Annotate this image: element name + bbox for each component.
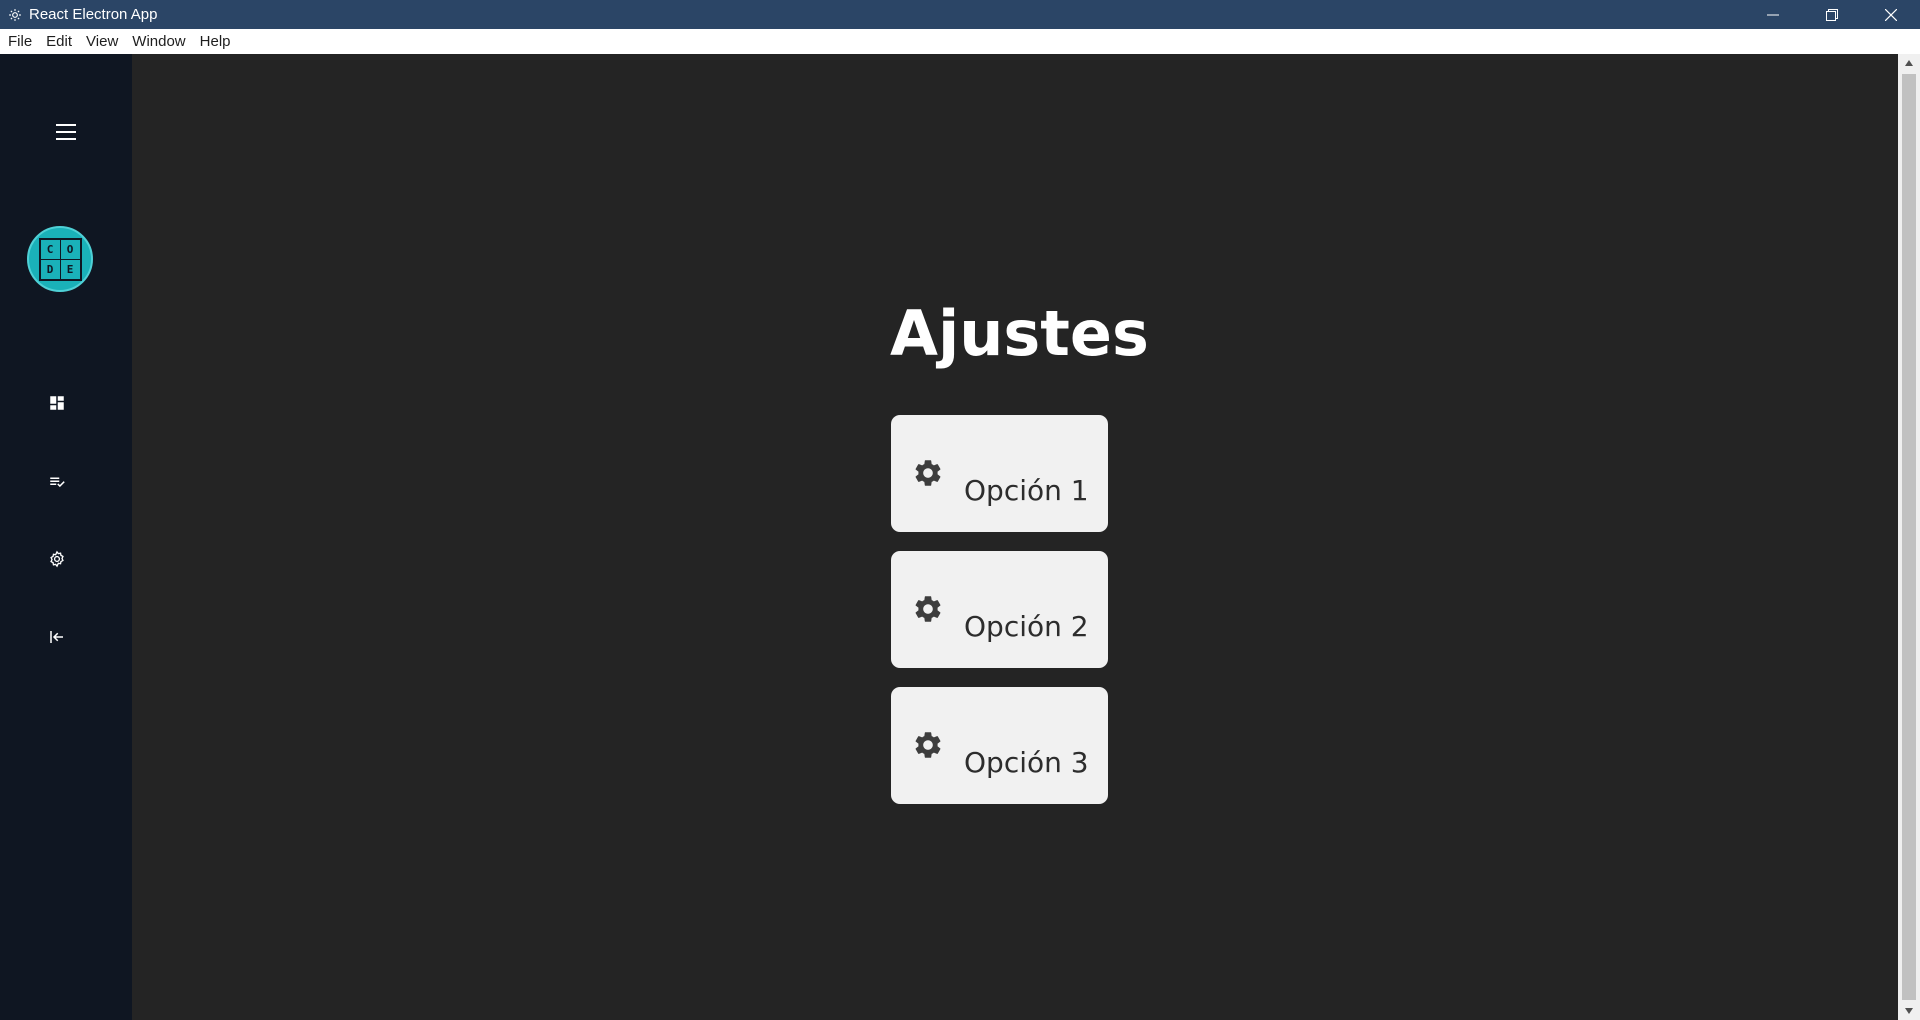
option-label: Opción 1 (964, 474, 1089, 507)
scroll-down-arrow-icon (1905, 1008, 1913, 1014)
option-card-1[interactable]: Opción 1 (891, 415, 1108, 532)
avatar[interactable]: C O D E (27, 226, 93, 292)
app-gear-icon (0, 0, 29, 29)
settings-icon (50, 550, 64, 568)
window-title: React Electron App (29, 6, 158, 23)
avatar-letter: C (40, 239, 60, 259)
minimize-button[interactable] (1743, 0, 1802, 29)
restore-icon (1825, 8, 1838, 21)
sidebar: C O D E (0, 54, 132, 1020)
gear-icon (915, 732, 941, 758)
sidebar-item-settings[interactable] (46, 548, 68, 570)
menu-edit[interactable]: Edit (39, 29, 79, 54)
sidebar-item-dashboard[interactable] (46, 392, 68, 414)
title-bar[interactable]: React Electron App (0, 0, 1920, 29)
option-label: Opción 2 (964, 610, 1089, 643)
option-label: Opción 3 (964, 746, 1089, 779)
option-card-2[interactable]: Opción 2 (891, 551, 1108, 668)
scroll-up-arrow-icon (1905, 60, 1913, 66)
avatar-letter: D (40, 259, 60, 279)
vertical-scrollbar[interactable] (1898, 54, 1920, 1020)
menu-window[interactable]: Window (125, 29, 192, 54)
sidebar-item-tasks[interactable] (46, 471, 68, 493)
restore-button[interactable] (1802, 0, 1861, 29)
minimize-icon (1766, 14, 1779, 15)
task-list-icon (50, 477, 65, 488)
close-button[interactable] (1861, 0, 1920, 29)
gear-icon (915, 460, 941, 486)
menu-help[interactable]: Help (193, 29, 238, 54)
option-card-3[interactable]: Opción 3 (891, 687, 1108, 804)
hamburger-menu-icon (56, 124, 76, 140)
gear-icon (915, 596, 941, 622)
scroll-up-button[interactable] (1898, 54, 1920, 72)
main-content: Ajustes Opción 1 Opción 2 Opción 3 (132, 54, 1898, 1020)
page-title: Ajustes (890, 297, 1149, 370)
hamburger-menu-button[interactable] (54, 120, 78, 144)
scroll-thumb[interactable] (1902, 74, 1916, 1000)
close-icon (1884, 8, 1897, 21)
scroll-down-button[interactable] (1898, 1002, 1920, 1020)
dashboard-icon (50, 396, 64, 410)
code-logo: C O D E (38, 237, 82, 281)
logout-icon (50, 631, 63, 643)
avatar-letter: E (60, 259, 80, 279)
menu-view[interactable]: View (79, 29, 125, 54)
sidebar-item-logout[interactable] (46, 626, 68, 648)
menu-bar: File Edit View Window Help (0, 29, 1920, 54)
avatar-letter: O (60, 239, 80, 259)
menu-file[interactable]: File (1, 29, 39, 54)
